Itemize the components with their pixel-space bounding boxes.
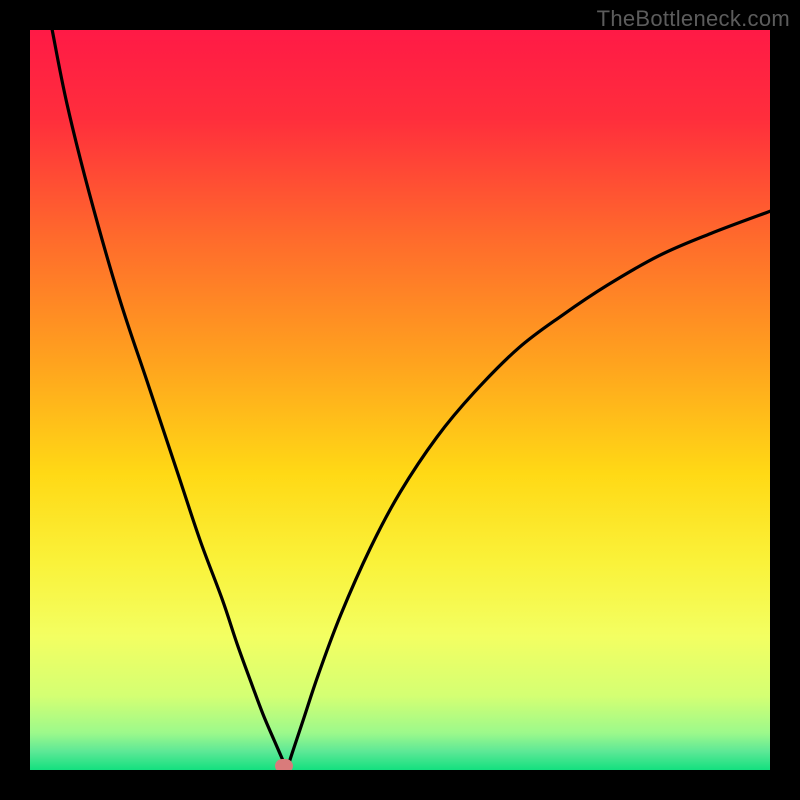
gradient-bg [30, 30, 770, 770]
chart-frame: TheBottleneck.com [0, 0, 800, 800]
minimum-marker [275, 759, 293, 770]
watermark-text: TheBottleneck.com [597, 6, 790, 32]
chart-svg [30, 30, 770, 770]
plot-area [30, 30, 770, 770]
